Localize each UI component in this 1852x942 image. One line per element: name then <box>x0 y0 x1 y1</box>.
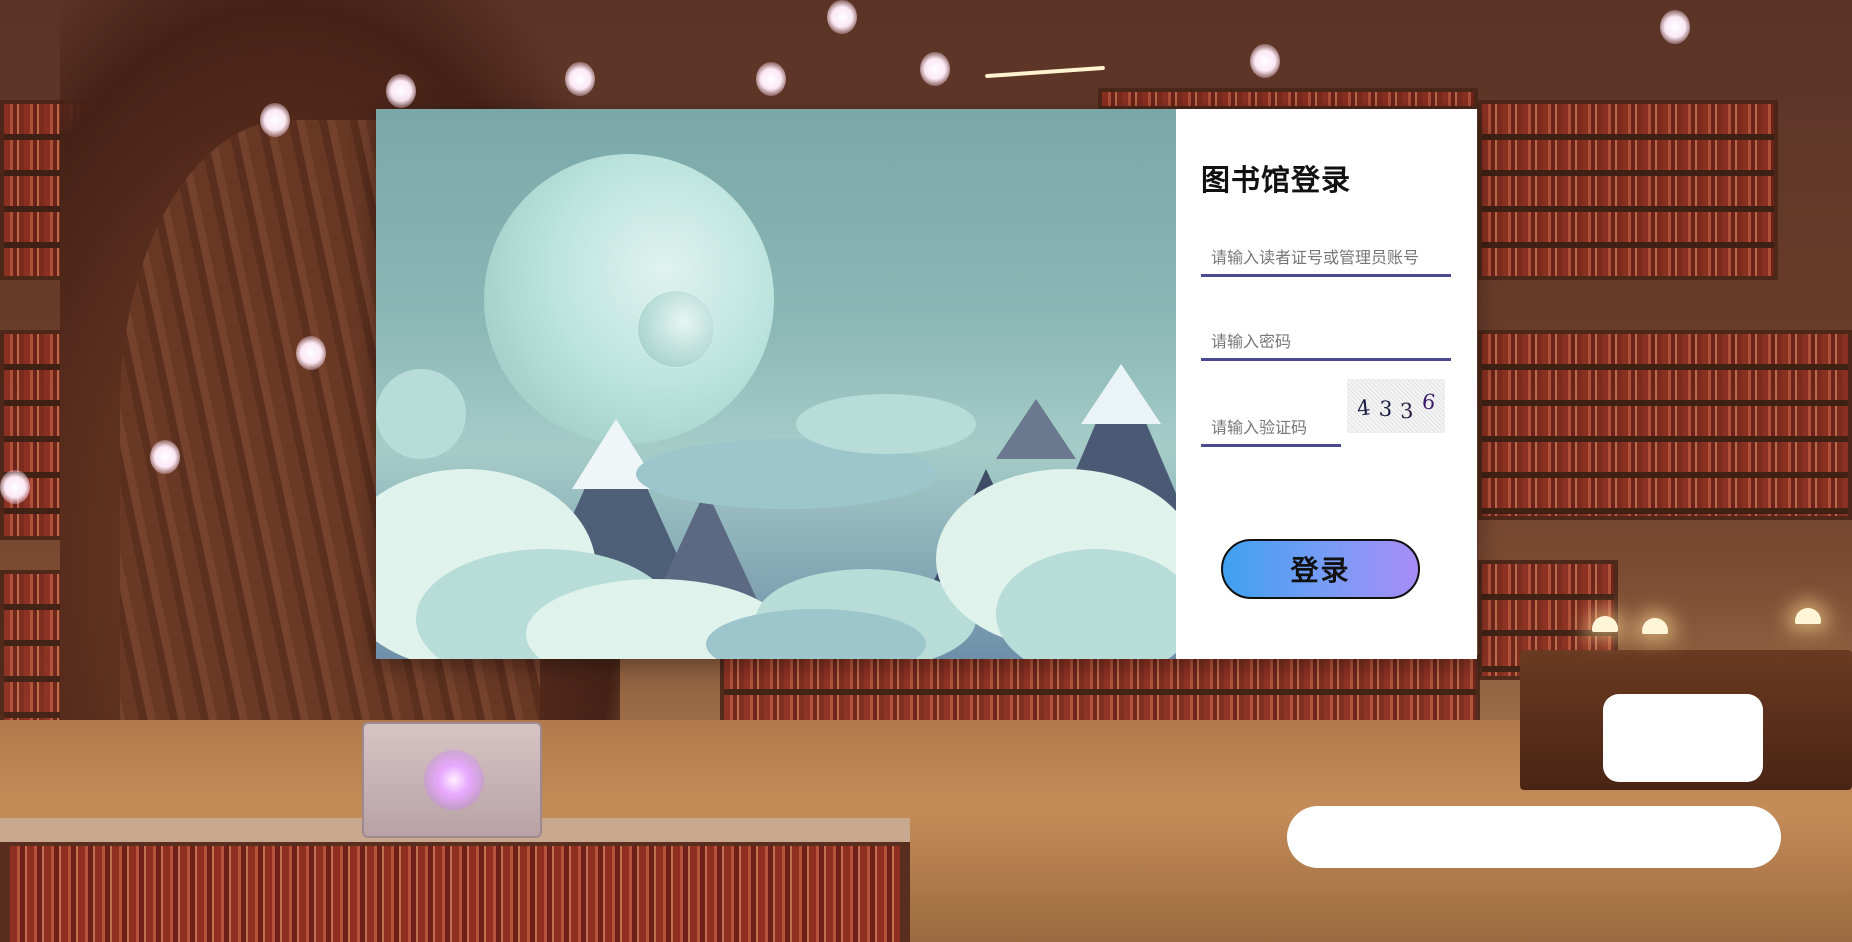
white-overlay-block <box>1603 694 1763 782</box>
bookshelf <box>1478 330 1852 520</box>
password-input[interactable] <box>1201 317 1451 361</box>
desk-bookshelf <box>10 846 900 942</box>
login-form: 图书馆登录 4 3 3 6 登录 <box>1176 109 1477 659</box>
login-title: 图书馆登录 <box>1201 163 1352 197</box>
hanging-light <box>1660 10 1690 44</box>
hanging-light <box>0 470 30 504</box>
bookshelf <box>1478 100 1778 280</box>
hanging-light <box>827 0 857 34</box>
captcha-image[interactable]: 4 3 3 6 <box>1347 379 1445 433</box>
laptop <box>362 722 542 838</box>
white-overlay-bar <box>1287 806 1781 868</box>
hanging-light <box>920 52 950 86</box>
hanging-light <box>1250 44 1280 78</box>
table-lamp <box>1795 608 1821 624</box>
planet-small <box>638 291 714 367</box>
table-lamp <box>1642 618 1668 634</box>
captcha-char: 6 <box>1419 389 1437 415</box>
captcha-char: 3 <box>1377 396 1393 422</box>
mountain-snowcap <box>1081 364 1161 424</box>
bookshelf <box>1098 88 1478 110</box>
login-card: 图书馆登录 4 3 3 6 登录 <box>376 109 1477 659</box>
hanging-light <box>756 62 786 96</box>
cloud <box>796 394 976 454</box>
login-illustration <box>376 109 1176 659</box>
hanging-light <box>260 103 290 137</box>
captcha-char: 3 <box>1399 398 1415 424</box>
ceiling-light <box>985 65 1105 79</box>
hanging-light <box>150 440 180 474</box>
hanging-light <box>386 74 416 108</box>
hanging-light <box>565 62 595 96</box>
hanging-light <box>296 336 326 370</box>
cloud <box>376 369 466 459</box>
captcha-input[interactable] <box>1201 403 1341 447</box>
mandala-logo <box>424 750 484 810</box>
account-input[interactable] <box>1201 233 1451 277</box>
planet-large <box>484 154 774 444</box>
login-button[interactable]: 登录 <box>1221 539 1420 599</box>
captcha-char: 4 <box>1355 395 1372 421</box>
